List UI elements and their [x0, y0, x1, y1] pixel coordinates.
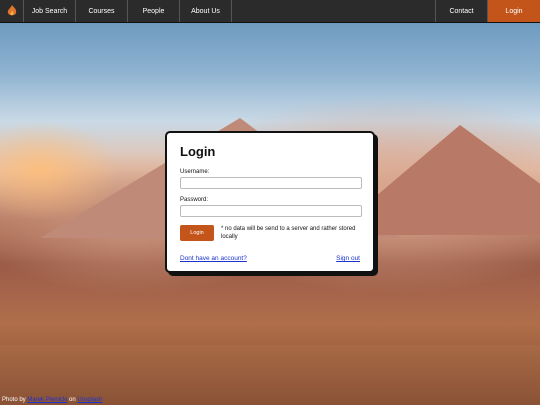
top-navbar: Job Search Courses People About Us Conta…: [0, 0, 540, 23]
login-submit-button[interactable]: Login: [180, 225, 214, 241]
flame-logo-icon[interactable]: [0, 0, 24, 22]
login-card: Login Username: Password: Login * no dat…: [165, 131, 375, 273]
login-title: Login: [180, 144, 216, 159]
sign-out-link[interactable]: Sign out: [336, 255, 360, 262]
nav-contact[interactable]: Contact: [436, 0, 488, 22]
nav-about-us[interactable]: About Us: [180, 0, 232, 22]
nav-people[interactable]: People: [128, 0, 180, 22]
password-input[interactable]: [180, 205, 362, 217]
username-input[interactable]: [180, 177, 362, 189]
nav-login-button[interactable]: Login: [488, 0, 540, 22]
no-account-link[interactable]: Dont have an account?: [180, 255, 247, 262]
password-label: Password:: [180, 197, 209, 203]
photo-credit: Photo by Marek Piwnicki on Unsplash: [2, 397, 103, 403]
username-label: Username:: [180, 169, 210, 175]
author-link[interactable]: Marek Piwnicki: [27, 397, 67, 403]
storage-note: * no data will be send to a server and r…: [221, 226, 356, 240]
nav-job-search[interactable]: Job Search: [24, 0, 76, 22]
unsplash-link[interactable]: Unsplash: [77, 397, 102, 403]
nav-courses[interactable]: Courses: [76, 0, 128, 22]
